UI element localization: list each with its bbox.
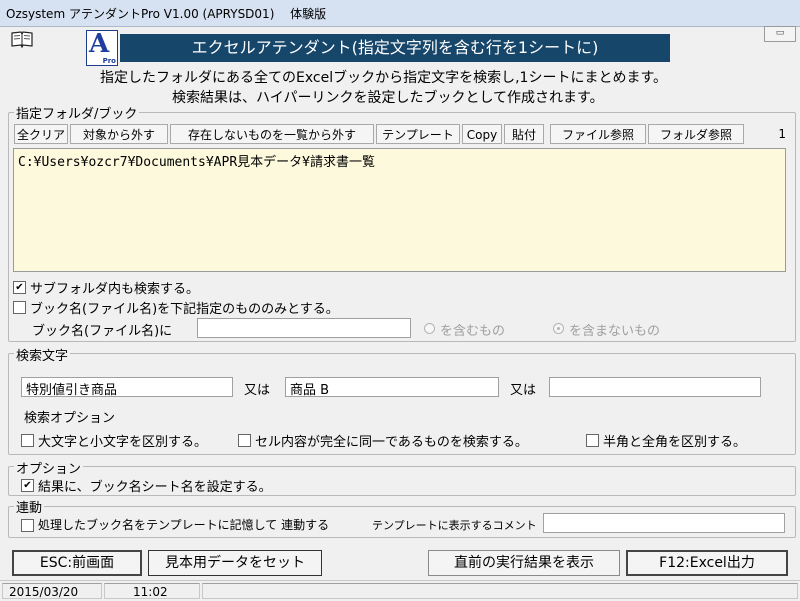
remove-target-button[interactable]: 対象から外す <box>70 124 168 144</box>
item-count: 1 <box>778 127 786 141</box>
comment-input[interactable] <box>543 513 785 533</box>
search-group-legend: 検索文字 <box>14 345 71 364</box>
radio-exclude[interactable] <box>553 323 564 334</box>
logo-letter: A <box>89 29 110 59</box>
subfolder-label: サブフォルダ内も検索する。 <box>30 282 200 297</box>
title-bar: Ozsystem アテンダントPro V1.00 (APRYSD01) 体験版 <box>0 0 800 27</box>
status-bar: 2015/03/20 11:02 <box>0 580 800 601</box>
bookname-only-label: ブック名(ファイル名)を下記指定のもののみとする。 <box>30 302 339 317</box>
option-group-legend: オプション <box>14 458 84 477</box>
description-line-2: 検索結果は、ハイパーリンクを設定したブックとして作成されます。 <box>172 90 604 106</box>
comment-label: テンプレートに表示するコメント <box>372 519 537 532</box>
bookname-input[interactable] <box>197 318 411 338</box>
restore-button[interactable]: ▭ <box>764 26 796 42</box>
or-label-2: 又は <box>510 383 537 398</box>
or-label-1: 又は <box>244 383 271 398</box>
set-sample-data-button[interactable]: 見本用データをセット <box>148 550 322 576</box>
status-time: 11:02 <box>104 583 200 599</box>
paste-button[interactable]: 貼付 <box>504 124 544 144</box>
search-term-2-input[interactable]: 商品 B <box>285 377 499 397</box>
status-message <box>202 583 798 599</box>
esc-back-button[interactable]: ESC:前画面 <box>12 550 142 576</box>
set-names-label: 結果に、ブック名シート名を設定する。 <box>38 480 272 495</box>
bookname-only-checkbox[interactable] <box>13 301 26 314</box>
template-button[interactable]: テンプレート <box>376 124 460 144</box>
subfolder-checkbox[interactable]: ✔ <box>13 281 26 294</box>
width-sensitive-checkbox[interactable] <box>586 434 599 447</box>
title-banner: エクセルアテンダント(指定文字列を含む行を1シートに) <box>120 34 670 62</box>
excel-output-button[interactable]: F12:Excel出力 <box>626 550 788 576</box>
remove-missing-button[interactable]: 存在しないものを一覧から外す <box>170 124 374 144</box>
show-previous-result-button[interactable]: 直前の実行結果を表示 <box>428 550 620 576</box>
folder-browse-button[interactable]: フォルダ参照 <box>648 124 744 144</box>
radio-exclude-label: を含まないもの <box>569 324 661 339</box>
copy-button[interactable]: Copy <box>462 124 502 144</box>
width-sensitive-label: 半角と全角を区別する。 <box>603 435 747 450</box>
radio-include[interactable] <box>424 323 435 334</box>
set-names-checkbox[interactable]: ✔ <box>21 479 34 492</box>
search-term-1-input[interactable]: 特別値引き商品 <box>21 377 233 397</box>
book-icon[interactable] <box>10 30 34 48</box>
path-list[interactable]: C:¥Users¥ozcr7¥Documents¥APR見本データ¥請求書一覧 <box>13 148 786 272</box>
remember-label: 処理したブック名をテンプレートに記憶して 連動する <box>38 518 330 532</box>
window-title: Ozsystem アテンダントPro V1.00 (APRYSD01) 体験版 <box>6 7 327 21</box>
folder-group-legend: 指定フォルダ/ブック <box>14 103 140 122</box>
search-options-title: 検索オプション <box>24 411 116 426</box>
radio-include-label: を含むもの <box>440 324 506 339</box>
file-browse-button[interactable]: ファイル参照 <box>550 124 646 144</box>
clear-all-button[interactable]: 全クリア <box>14 124 68 144</box>
status-date: 2015/03/20 <box>2 583 102 599</box>
app-logo: A Pro <box>86 29 118 66</box>
exact-match-label: セル内容が完全に同一であるものを検索する。 <box>255 435 528 450</box>
case-sensitive-label: 大文字と小文字を区別する。 <box>38 435 208 450</box>
description-line-1: 指定したフォルダにある全てのExcelブックから指定文字を検索し,1シートにまと… <box>100 70 668 86</box>
link-group-legend: 連動 <box>14 497 45 516</box>
exact-match-checkbox[interactable] <box>238 434 251 447</box>
bookname-prefix-label: ブック名(ファイル名)に <box>32 324 173 339</box>
remember-checkbox[interactable] <box>21 519 34 532</box>
case-sensitive-checkbox[interactable] <box>21 434 34 447</box>
search-term-3-input[interactable] <box>549 377 761 397</box>
logo-subtext: Pro <box>102 57 116 65</box>
